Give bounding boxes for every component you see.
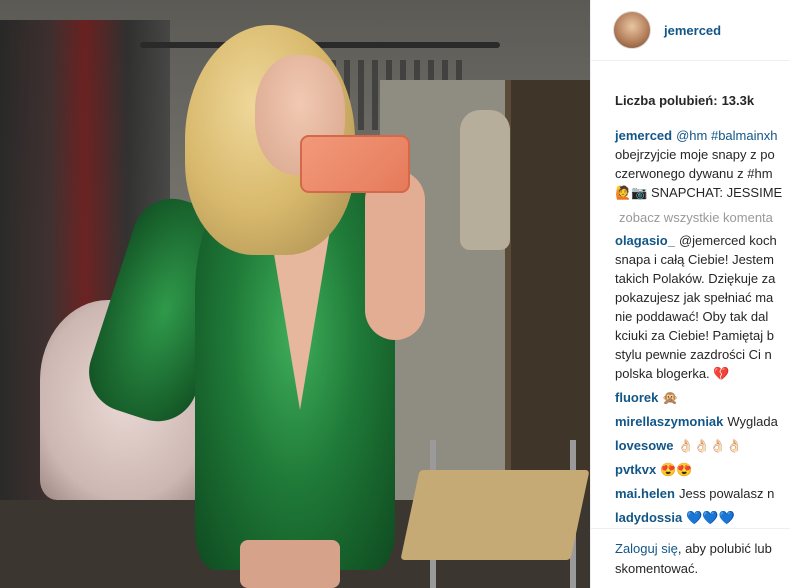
comment-username[interactable]: mai.helen [615, 486, 675, 501]
legs [240, 540, 340, 588]
background-door [505, 80, 590, 520]
post-photo[interactable] [0, 0, 590, 588]
comment-item: pvtkvx 😍😍 [615, 460, 790, 479]
post-caption: jemerced @hm #balmainxh obejrzyjcie moje … [591, 108, 790, 202]
comment-username[interactable]: olagasio_ [615, 233, 675, 248]
login-prompt-text: , aby polubić lub [677, 541, 772, 556]
comment-username[interactable]: fluorek [615, 390, 658, 405]
post-sidebar: jemerced Liczba polubień: 13.3k jemerced… [590, 0, 790, 588]
likes-label: Liczba polubień: [615, 93, 718, 108]
caption-username[interactable]: jemerced [615, 128, 672, 143]
caption-line: obejrzyjcie moje snapy z po [615, 147, 775, 162]
comment-item: ladydossia 💙💙💙 [615, 508, 790, 527]
comment-text: 💙💙💙 [686, 510, 735, 525]
comment-item: mai.helen Jess powalasz n [615, 484, 790, 503]
comment-text: Jess powalasz n [678, 486, 775, 501]
folding-chair [400, 470, 590, 560]
comment-username[interactable]: mirellaszymoniak [615, 414, 723, 429]
comment-text: @jemerced koch [678, 233, 777, 248]
comment-text: takich Polaków. Dziękuje za [615, 271, 776, 286]
comment-item: olagasio_ @jemerced koch snapa i całą Cie… [615, 231, 790, 383]
profile-avatar-icon[interactable] [613, 11, 651, 49]
comment-item: lovesowe 👌🏻👌🏻👌🏻👌🏻 [615, 436, 790, 455]
comment-item: fluorek 🙊 [615, 388, 790, 407]
comment-item: mirellaszymoniak Wyglada [615, 412, 790, 431]
caption-line: 🙋📷 SNAPCHAT: JESSIME [615, 185, 783, 200]
comment-text: polska blogerka. 💔 [615, 366, 730, 381]
comment-text: Wyglada [727, 414, 778, 429]
comment-text: 🙊 [662, 390, 679, 405]
login-prompt-text-2: skomentować. [615, 561, 699, 576]
comment-text: kciuki za Ciebie! Pamiętaj b [615, 328, 774, 343]
login-footer: Zaloguj się, aby polubić lub skomentować… [591, 528, 790, 588]
comment-text: nie poddawać! Oby tak dal [615, 309, 769, 324]
comments-list: olagasio_ @jemerced koch snapa i całą Cie… [591, 225, 790, 527]
post-header: jemerced [591, 0, 790, 61]
comment-username[interactable]: ladydossia [615, 510, 682, 525]
likes-count[interactable]: 13.3k [722, 93, 755, 108]
comment-text: snapa i całą Ciebie! Jestem [615, 252, 774, 267]
login-prompt: Zaloguj się, aby polubić lub skomentować… [591, 529, 790, 579]
view-all-comments-link[interactable]: zobacz wszystkie komenta [591, 202, 790, 225]
login-link[interactable]: Zaloguj się [615, 541, 678, 556]
comment-text: pokazujesz jak spełniać ma [615, 290, 774, 305]
caption-line[interactable]: @hm #balmainxh [676, 128, 777, 143]
hanging-bag [460, 110, 510, 250]
right-arm [365, 170, 425, 340]
comment-text: stylu pewnie zazdrości Ci n [615, 347, 772, 362]
likes-count-row: Liczba polubień: 13.3k [591, 61, 790, 108]
comment-username[interactable]: pvtkvx [615, 462, 656, 477]
comment-username[interactable]: lovesowe [615, 438, 674, 453]
phone-in-hand [300, 135, 410, 193]
post-username[interactable]: jemerced [664, 23, 721, 38]
comment-text: 😍😍 [660, 462, 693, 477]
comment-text: 👌🏻👌🏻👌🏻👌🏻 [677, 438, 743, 453]
caption-line: czerwonego dywanu z #hm [615, 166, 773, 181]
